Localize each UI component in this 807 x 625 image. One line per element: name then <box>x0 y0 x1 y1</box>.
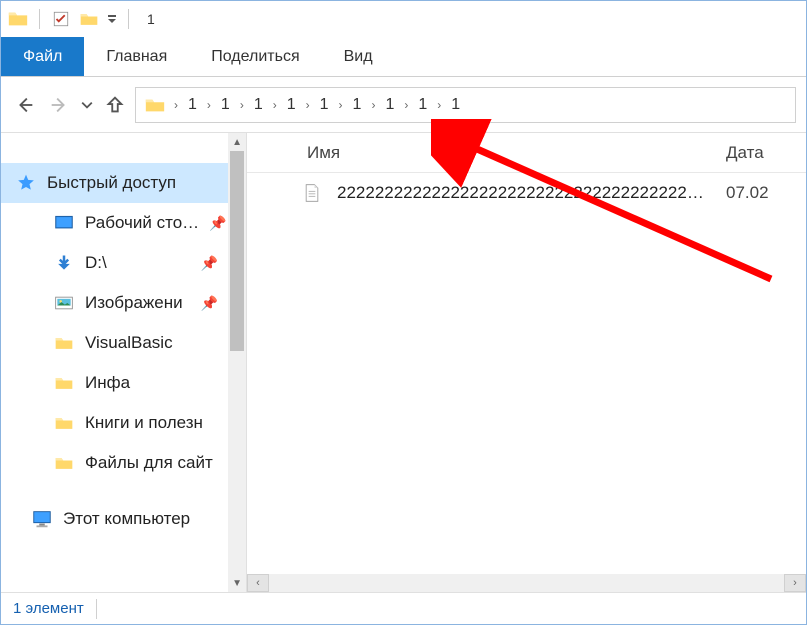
folder-icon <box>7 8 29 30</box>
sidebar-item-site-files[interactable]: Файлы для сайт <box>1 443 228 483</box>
sidebar-this-pc[interactable]: Этот компьютер <box>1 499 228 539</box>
breadcrumb-segment[interactable]: 1 <box>347 88 368 122</box>
breadcrumb-segment[interactable]: 1 <box>445 88 466 122</box>
tab-file[interactable]: Файл <box>1 37 84 76</box>
sidebar-quick-access[interactable]: Быстрый доступ <box>1 163 228 203</box>
tab-share[interactable]: Поделиться <box>189 37 321 76</box>
separator <box>39 9 40 29</box>
column-headers: Имя Дата <box>247 133 806 173</box>
chevron-right-icon[interactable]: › <box>172 98 180 112</box>
chevron-right-icon[interactable]: › <box>402 98 410 112</box>
folder-icon <box>53 452 75 474</box>
titlebar: 1 <box>1 1 806 37</box>
sidebar-item-label: Изображени <box>85 293 183 313</box>
this-pc-icon <box>31 508 53 530</box>
properties-icon[interactable] <box>50 8 72 30</box>
tab-label: Поделиться <box>211 48 299 66</box>
horizontal-scrollbar[interactable]: ‹ › <box>247 574 806 592</box>
breadcrumb-segment[interactable]: 1 <box>215 88 236 122</box>
back-button[interactable] <box>11 91 39 119</box>
up-button[interactable] <box>101 91 129 119</box>
folder-icon <box>53 332 75 354</box>
navigation-bar: › 1 › 1 › 1 › 1 › 1 › 1 › 1 › 1 › 1 <box>1 77 806 133</box>
breadcrumb-segment[interactable]: 1 <box>314 88 335 122</box>
sidebar-item-info[interactable]: Инфа <box>1 363 228 403</box>
sidebar-item-label: Книги и полезн <box>85 413 203 433</box>
pin-icon: 📌 <box>201 295 218 312</box>
pin-icon: 📌 <box>209 215 226 232</box>
column-header-date[interactable]: Дата <box>726 143 806 163</box>
scrollbar-thumb[interactable] <box>230 151 244 351</box>
sidebar-item-label: D:\ <box>85 253 107 273</box>
scroll-up-icon[interactable]: ▲ <box>228 133 246 151</box>
separator <box>128 9 129 29</box>
address-bar[interactable]: › 1 › 1 › 1 › 1 › 1 › 1 › 1 › 1 › 1 <box>135 87 796 123</box>
folder-icon <box>53 372 75 394</box>
sidebar-item-visualbasic[interactable]: VisualBasic <box>1 323 228 363</box>
ribbon-tabs: Файл Главная Поделиться Вид <box>1 37 806 77</box>
scroll-left-icon[interactable]: ‹ <box>247 574 269 592</box>
sidebar-item-label: Быстрый доступ <box>47 173 176 193</box>
file-name: 2222222222222222222222222222222222222… <box>337 183 712 203</box>
qat-dropdown-icon[interactable] <box>106 8 118 30</box>
scroll-right-icon[interactable]: › <box>784 574 806 592</box>
sidebar-item-books[interactable]: Книги и полезн <box>1 403 228 443</box>
breadcrumb-segment[interactable]: 1 <box>379 88 400 122</box>
breadcrumb-segment[interactable]: 1 <box>281 88 302 122</box>
file-row[interactable]: 2222222222222222222222222222222222222… 0… <box>247 173 806 213</box>
breadcrumb-segment[interactable]: 1 <box>182 88 203 122</box>
main-area: Быстрый доступ Рабочий сто… 📌 D:\ 📌 <box>1 133 806 592</box>
sidebar-item-label: VisualBasic <box>85 333 173 353</box>
pictures-icon <box>53 292 75 314</box>
navigation-pane: Быстрый доступ Рабочий сто… 📌 D:\ 📌 <box>1 133 228 592</box>
tab-label: Вид <box>344 48 373 66</box>
sidebar-scrollbar[interactable]: ▲ ▼ <box>228 133 246 592</box>
status-bar: 1 элемент <box>1 592 806 624</box>
chevron-right-icon[interactable]: › <box>304 98 312 112</box>
chevron-right-icon[interactable]: › <box>271 98 279 112</box>
sidebar-item-d-drive[interactable]: D:\ 📌 <box>1 243 228 283</box>
status-item-count: 1 элемент <box>13 600 84 617</box>
text-file-icon <box>301 182 323 204</box>
sidebar-item-desktop[interactable]: Рабочий сто… 📌 <box>1 203 228 243</box>
tab-label: Файл <box>23 48 62 66</box>
chevron-right-icon[interactable]: › <box>435 98 443 112</box>
folder-icon <box>53 412 75 434</box>
chevron-right-icon[interactable]: › <box>205 98 213 112</box>
folder-icon <box>140 94 170 116</box>
sidebar-item-label: Этот компьютер <box>63 509 190 529</box>
column-header-name[interactable]: Имя <box>307 143 726 163</box>
sidebar-item-label: Инфа <box>85 373 130 393</box>
star-icon <box>15 172 37 194</box>
chevron-right-icon[interactable]: › <box>369 98 377 112</box>
download-arrow-icon <box>53 252 75 274</box>
file-date: 07.02 <box>726 183 806 203</box>
recent-dropdown-icon[interactable] <box>79 91 95 119</box>
chevron-right-icon[interactable]: › <box>337 98 345 112</box>
desktop-icon <box>53 212 75 234</box>
chevron-right-icon[interactable]: › <box>238 98 246 112</box>
sidebar-wrap: Быстрый доступ Рабочий сто… 📌 D:\ 📌 <box>1 133 247 592</box>
window-title: 1 <box>147 11 155 27</box>
sidebar-item-pictures[interactable]: Изображени 📌 <box>1 283 228 323</box>
breadcrumb-segment[interactable]: 1 <box>248 88 269 122</box>
tab-label: Главная <box>106 48 167 66</box>
sidebar-item-label: Рабочий сто… <box>85 213 199 233</box>
breadcrumb-segment[interactable]: 1 <box>412 88 433 122</box>
new-folder-icon[interactable] <box>78 8 100 30</box>
file-list-pane: Имя Дата 2222222222222222222222222222222… <box>247 133 806 592</box>
forward-button[interactable] <box>45 91 73 119</box>
scroll-down-icon[interactable]: ▼ <box>228 574 246 592</box>
tab-home[interactable]: Главная <box>84 37 189 76</box>
pin-icon: 📌 <box>201 255 218 272</box>
tab-view[interactable]: Вид <box>322 37 395 76</box>
separator <box>96 599 97 619</box>
sidebar-item-label: Файлы для сайт <box>85 453 213 473</box>
